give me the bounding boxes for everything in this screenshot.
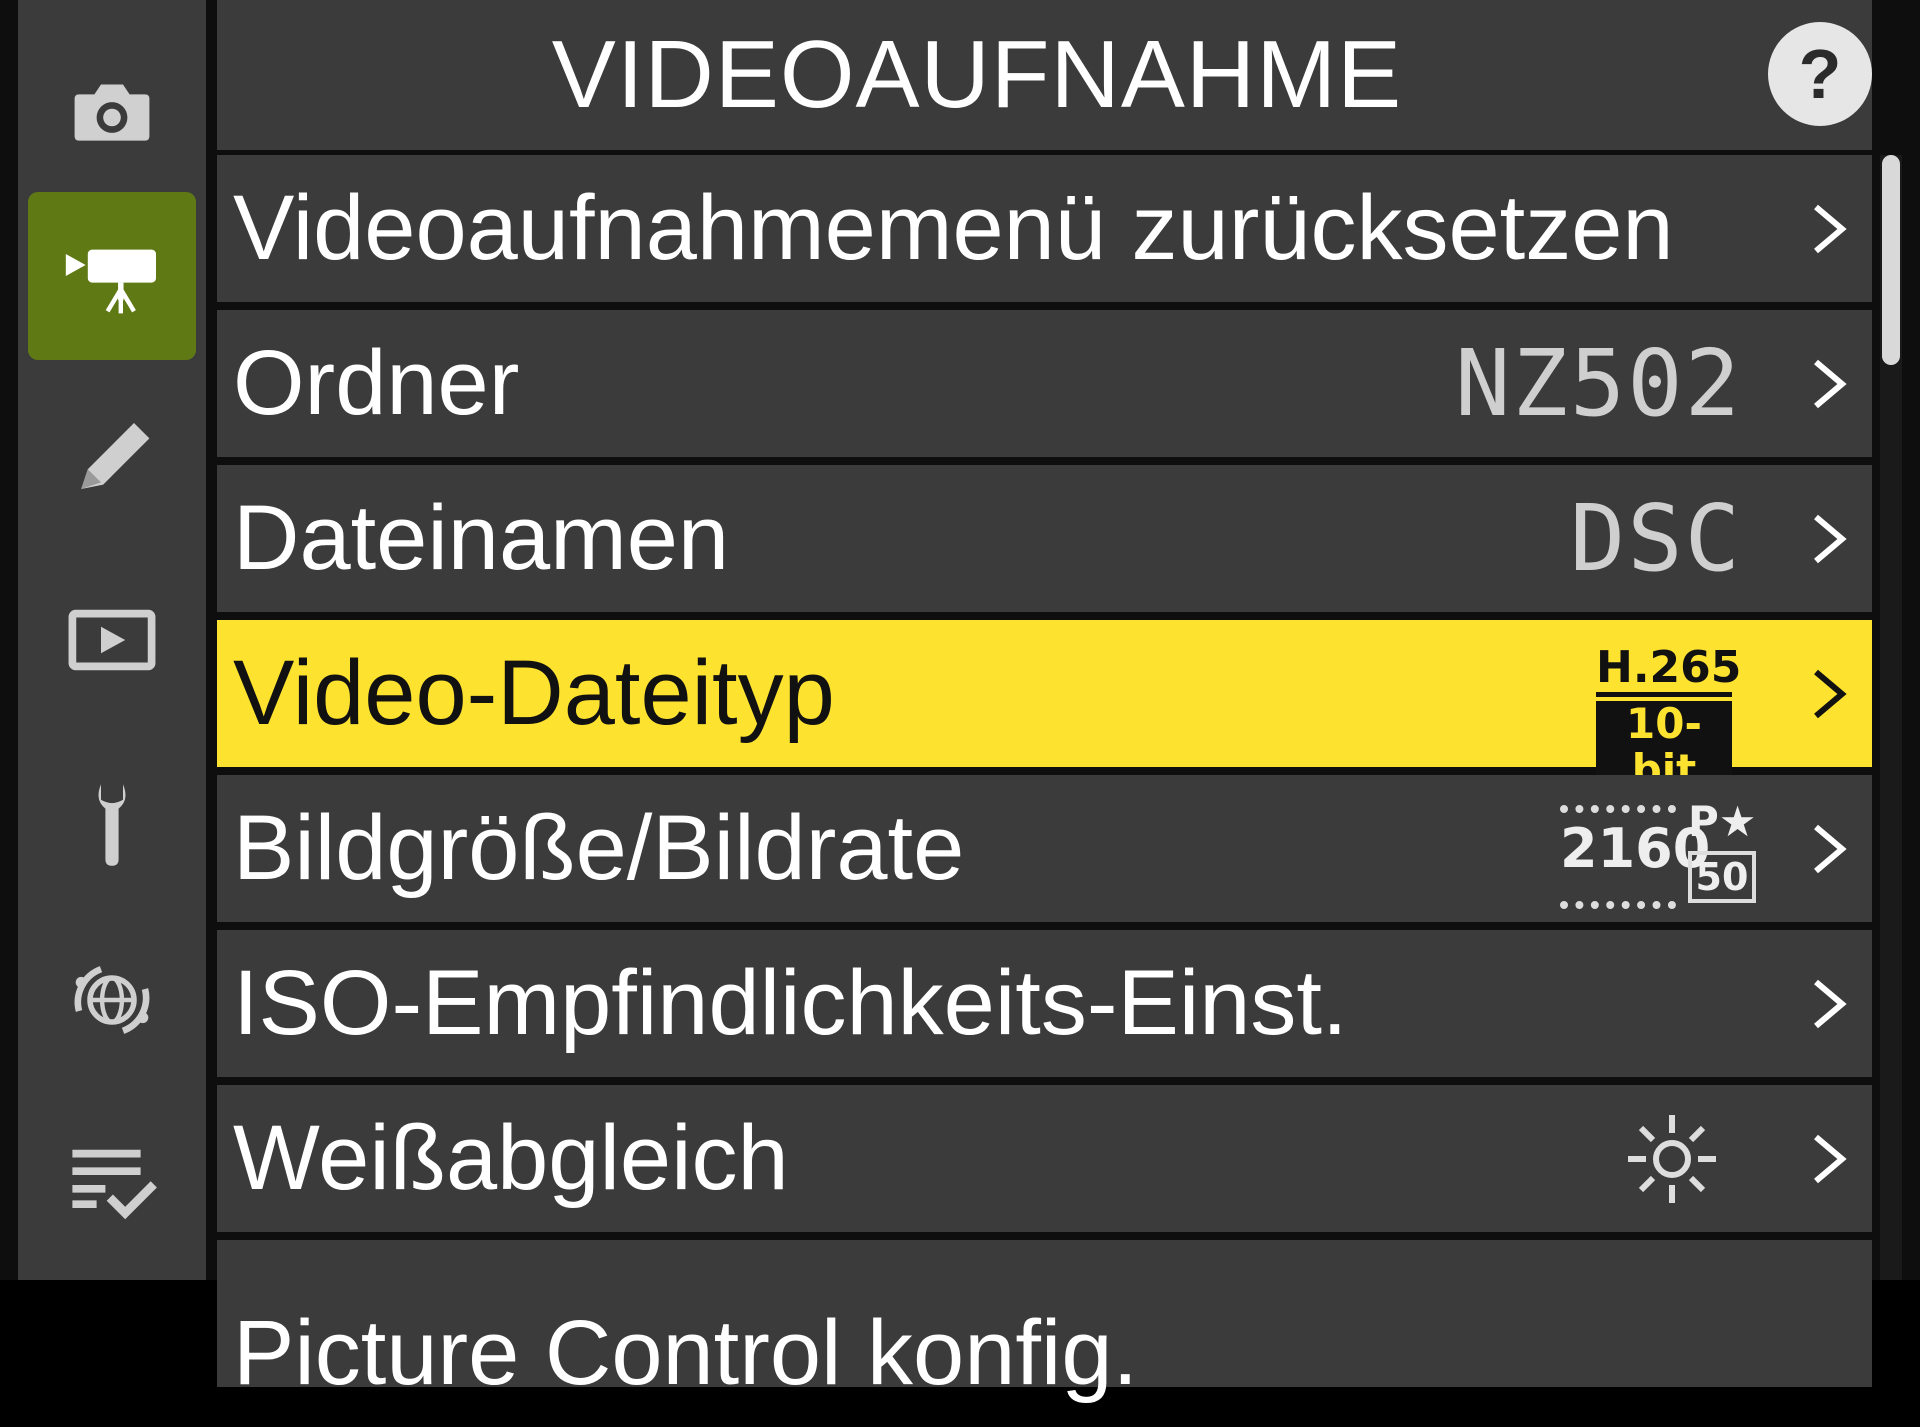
chevron-right-icon [1808, 821, 1852, 877]
menu-header: VIDEOAUFNAHME ? [217, 0, 1872, 150]
tab-retouch[interactable] [28, 372, 196, 540]
chevron-right-icon [1808, 511, 1852, 567]
menu-row-video-file-type[interactable]: Video-Dateityp H.265 10-bit [217, 620, 1872, 793]
chevron-right-icon [1808, 201, 1852, 257]
row-label: Ordner [233, 332, 520, 434]
sun-icon [1622, 1109, 1722, 1209]
chevron-right-icon [1808, 976, 1852, 1032]
menu-row-reset[interactable]: Videoaufnahmemenü zurücksetzen [217, 155, 1872, 302]
tab-playback[interactable] [28, 556, 196, 724]
frame-rate-label: 50 [1688, 851, 1756, 903]
frame-mode-label: P★ [1688, 797, 1757, 846]
row-label: ISO-Empfindlichkeits-Einst. [233, 952, 1348, 1054]
network-globe-icon [74, 966, 150, 1034]
menu-row-picture-control[interactable]: Picture Control konfig. [217, 1240, 1872, 1404]
chevron-right-icon [1808, 1131, 1852, 1187]
tab-video-recording[interactable] [28, 192, 196, 360]
page-title: VIDEOAUFNAHME [551, 21, 1403, 128]
row-label: Weißabgleich [233, 1107, 789, 1209]
tab-my-menu[interactable] [28, 1096, 196, 1264]
row-value: NZ502 [1455, 330, 1742, 437]
my-menu-checklist-icon [72, 1149, 157, 1220]
row-label: Videoaufnahmemenü zurücksetzen [233, 177, 1674, 279]
wrench-icon [98, 784, 126, 866]
codec-label: H.265 [1596, 644, 1741, 697]
help-button[interactable]: ? [1768, 22, 1872, 126]
menu-row-white-balance[interactable]: Weißabgleich [217, 1085, 1872, 1232]
frame-size-label: 2160 [1560, 805, 1710, 909]
menu-tab-sidebar [18, 0, 206, 1280]
camera-menu-screen: VIDEOAUFNAHME ? Videoaufnahmemenü zurück… [0, 0, 1920, 1404]
menu-row-file-naming[interactable]: Dateinamen DSC [217, 465, 1872, 612]
row-label: Bildgröße/Bildrate [233, 797, 965, 899]
codec-badge: H.265 10-bit [1596, 644, 1741, 793]
menu-row-iso-settings[interactable]: ISO-Empfindlichkeits-Einst. [217, 930, 1872, 1077]
playback-icon [68, 609, 156, 671]
frame-size-badge: 2160 P★ 50 [1560, 797, 1757, 909]
tab-setup[interactable] [28, 740, 196, 908]
chevron-right-icon [1808, 356, 1852, 412]
row-value: DSC [1569, 485, 1742, 592]
row-label: Picture Control konfig. [233, 1302, 1139, 1404]
menu-row-folder[interactable]: Ordner NZ502 [217, 310, 1872, 457]
video-camera-icon [65, 249, 156, 314]
pencil-icon [81, 423, 150, 489]
row-label: Dateinamen [233, 487, 730, 589]
scroll-thumb[interactable] [1882, 155, 1900, 365]
chevron-right-icon [1808, 666, 1852, 722]
camera-icon [74, 84, 150, 141]
row-label: Video-Dateityp [233, 642, 835, 744]
menu-row-frame-size-rate[interactable]: Bildgröße/Bildrate 2160 P★ 50 [217, 775, 1872, 922]
scrollbar[interactable] [1880, 155, 1902, 1280]
tab-photo-shooting[interactable] [28, 28, 196, 196]
tab-network[interactable] [28, 916, 196, 1084]
